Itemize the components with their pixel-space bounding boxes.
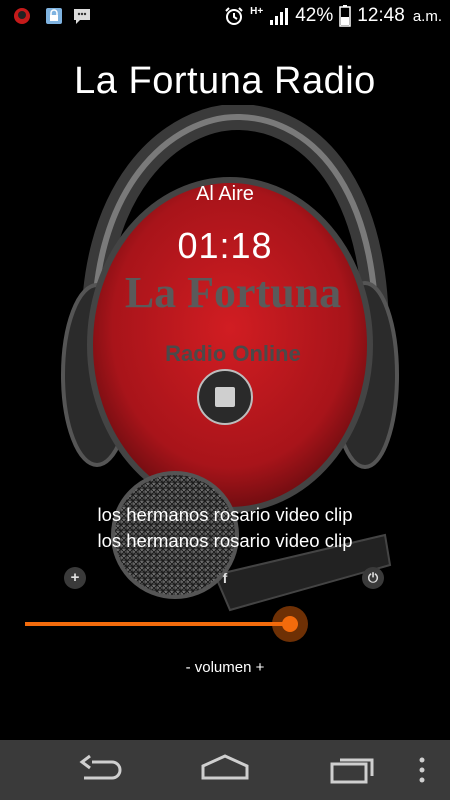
power-icon: ⏻ <box>367 570 379 585</box>
facebook-button[interactable]: f <box>214 567 236 589</box>
now-playing-subtitle: los hermanos rosario video clip <box>97 530 353 551</box>
overflow-menu-icon[interactable] <box>412 752 432 788</box>
play-timer: 01:18 <box>177 225 273 266</box>
volume-label: - volumen + <box>185 659 265 676</box>
navigation-bar <box>0 740 450 800</box>
app-title: La Fortuna Radio <box>74 60 376 102</box>
signal-icon <box>270 8 289 25</box>
volume-slider-track[interactable] <box>25 622 290 626</box>
power-button[interactable]: ⏻ <box>362 567 384 589</box>
status-bar: H+ 42% 12:48 a.m. <box>0 0 450 32</box>
battery-percent: 42% <box>295 5 334 26</box>
stop-icon <box>215 387 235 407</box>
recent-apps-icon[interactable] <box>326 752 382 788</box>
plus-icon: + <box>70 569 80 586</box>
battery-icon <box>339 5 352 27</box>
add-button[interactable]: + <box>64 567 86 589</box>
on-air-label: Al Aire <box>196 183 254 205</box>
home-icon[interactable] <box>197 752 253 788</box>
facebook-icon: f <box>222 570 228 586</box>
logo-text: La Fortuna <box>125 268 341 317</box>
app-notification-icon <box>14 8 30 24</box>
clock-time: 12:48 <box>357 5 405 26</box>
clock-ampm: a.m. <box>412 7 442 25</box>
back-icon[interactable] <box>72 752 128 788</box>
network-type: H+ <box>250 6 264 17</box>
volume-slider-thumb-core <box>282 616 298 632</box>
stop-button[interactable] <box>197 369 253 425</box>
now-playing-title: los hermanos rosario video clip <box>97 504 353 525</box>
logo-subtext: Radio Online <box>165 341 301 366</box>
alarm-icon <box>225 7 243 25</box>
chat-icon <box>74 9 90 24</box>
lock-app-icon <box>46 8 62 24</box>
